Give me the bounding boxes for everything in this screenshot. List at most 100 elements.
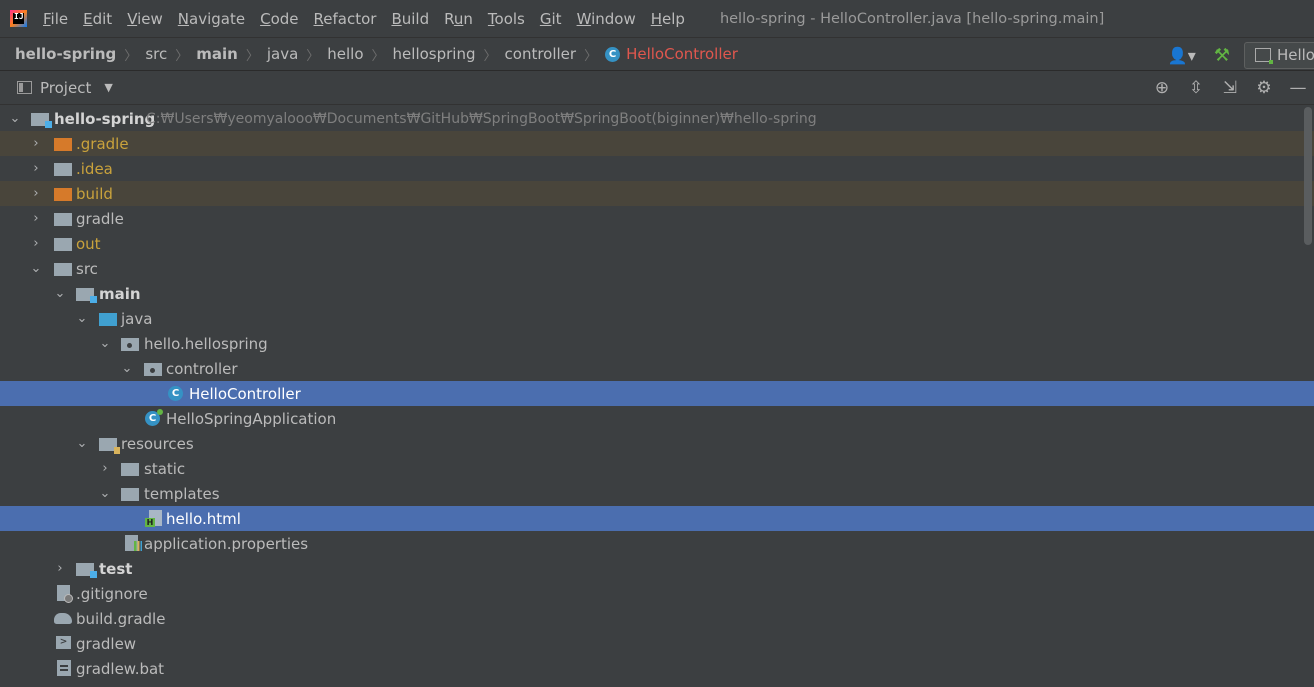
tree-item[interactable]: › out	[0, 231, 1314, 256]
chevron-right-icon[interactable]: ›	[29, 136, 43, 151]
properties-file-icon	[125, 535, 143, 551]
chevron-right-icon[interactable]: ›	[29, 211, 43, 226]
project-toolwindow-header: Project ▼ ⊕ ⇳ ⇲ ⚙ —	[0, 71, 1314, 105]
collapse-all-icon[interactable]: ⇲	[1220, 78, 1240, 98]
settings-icon[interactable]: ⚙	[1254, 78, 1274, 98]
tree-item[interactable]: C HelloSpringApplication	[0, 406, 1314, 431]
breadcrumb-project[interactable]: hello-spring	[15, 45, 116, 63]
user-icon[interactable]: 👤▾	[1168, 46, 1196, 65]
run-configuration-selector[interactable]: Hello	[1243, 41, 1314, 69]
folder-icon	[121, 461, 139, 477]
tree-item[interactable]: ⌄ java	[0, 306, 1314, 331]
folder-icon	[54, 161, 72, 177]
menu-view[interactable]: View	[127, 10, 163, 28]
tree-item[interactable]: ⌄ resources	[0, 431, 1314, 456]
resources-folder-icon	[99, 436, 120, 454]
menu-git[interactable]: Git	[540, 10, 562, 28]
module-folder-icon	[31, 111, 52, 128]
tree-item[interactable]: › static	[0, 456, 1314, 481]
breadcrumb-separator-icon: 〉	[245, 48, 259, 64]
chevron-down-icon[interactable]: ⌄	[98, 486, 112, 501]
chevron-down-icon[interactable]: ⌄	[8, 111, 22, 126]
project-view-title[interactable]: Project	[40, 79, 91, 97]
tree-item[interactable]: .gitignore	[0, 581, 1314, 606]
tree-item[interactable]: ⌄ src	[0, 256, 1314, 281]
java-class-icon: C	[605, 46, 621, 62]
html-file-icon	[145, 510, 167, 527]
folder-icon	[54, 261, 72, 277]
build-hammer-icon[interactable]: ⚒	[1214, 45, 1230, 66]
module-folder-icon	[76, 286, 97, 303]
run-config-label: Hello	[1276, 46, 1314, 64]
breadcrumb-hello[interactable]: hello	[327, 45, 363, 63]
tree-item[interactable]: ⌄ templates	[0, 481, 1314, 506]
project-view-icon	[17, 81, 32, 94]
breadcrumb-current-file[interactable]: HelloController	[626, 45, 738, 63]
chevron-down-icon[interactable]: ⌄	[98, 336, 112, 351]
chevron-down-icon[interactable]: ⌄	[120, 361, 134, 376]
chevron-down-icon[interactable]: ▼	[104, 81, 112, 94]
chevron-right-icon[interactable]: ›	[98, 461, 112, 476]
chevron-down-icon[interactable]: ⌄	[75, 311, 89, 326]
breadcrumb-separator-icon: 〉	[371, 48, 385, 64]
tree-item[interactable]: > gradlew	[0, 631, 1314, 656]
batch-file-icon	[57, 660, 75, 676]
menu-run[interactable]: Run	[444, 10, 473, 28]
tree-item-selected[interactable]: C HelloController	[0, 381, 1314, 406]
tree-item[interactable]: gradlew.bat	[0, 656, 1314, 681]
breadcrumb-main[interactable]: main	[196, 45, 238, 63]
chevron-down-icon[interactable]: ⌄	[75, 436, 89, 451]
tree-item[interactable]: build.gradle	[0, 606, 1314, 631]
menu-navigate[interactable]: Navigate	[178, 10, 245, 28]
tree-item-root[interactable]: ⌄ hello-spring C:₩Users₩yeomyalooo₩Docum…	[0, 106, 1314, 131]
breadcrumb-separator-icon: 〉	[124, 48, 138, 64]
locate-icon[interactable]: ⊕	[1152, 78, 1172, 98]
module-folder-icon	[76, 561, 97, 578]
tree-item[interactable]: › gradle	[0, 206, 1314, 231]
project-tree[interactable]: ⌄ hello-spring C:₩Users₩yeomyalooo₩Docum…	[0, 105, 1314, 687]
tree-item[interactable]: ⌄ controller	[0, 356, 1314, 381]
intellij-logo-icon: IJ	[10, 10, 27, 27]
source-folder-icon	[99, 311, 117, 327]
menu-tools[interactable]: Tools	[488, 10, 525, 28]
chevron-down-icon[interactable]: ⌄	[53, 286, 67, 301]
menu-file[interactable]: File	[43, 10, 68, 28]
breadcrumb-separator-icon: 〉	[584, 48, 598, 64]
menu-refactor[interactable]: Refactor	[314, 10, 377, 28]
breadcrumb-hellospring[interactable]: hellospring	[393, 45, 476, 63]
menu-window[interactable]: Window	[577, 10, 636, 28]
tree-item[interactable]: application.properties	[0, 531, 1314, 556]
tree-item[interactable]: › .idea	[0, 156, 1314, 181]
spring-application-icon: C	[145, 409, 163, 427]
chevron-right-icon[interactable]: ›	[29, 161, 43, 176]
tree-item[interactable]: ⌄ hello.hellospring	[0, 331, 1314, 356]
menu-edit[interactable]: Edit	[83, 10, 112, 28]
breadcrumb-separator-icon: 〉	[175, 48, 189, 64]
package-icon	[144, 361, 162, 377]
tree-item-selected[interactable]: hello.html	[0, 506, 1314, 531]
menu-code[interactable]: Code	[260, 10, 298, 28]
chevron-right-icon[interactable]: ›	[29, 236, 43, 251]
excluded-folder-icon	[54, 186, 72, 202]
tree-scrollbar[interactable]	[1304, 107, 1312, 245]
expand-all-icon[interactable]: ⇳	[1186, 78, 1206, 98]
java-class-icon: C	[168, 386, 186, 402]
breadcrumb-java[interactable]: java	[267, 45, 298, 63]
window-title: hello-spring - HelloController.java [hel…	[719, 10, 1105, 27]
hide-icon[interactable]: —	[1288, 78, 1308, 98]
tree-item[interactable]: › .gradle	[0, 131, 1314, 156]
gitignore-file-icon	[57, 585, 75, 603]
tree-item[interactable]: › test	[0, 556, 1314, 581]
chevron-right-icon[interactable]: ›	[29, 186, 43, 201]
menu-help[interactable]: Help	[651, 10, 685, 28]
chevron-right-icon[interactable]: ›	[53, 561, 67, 576]
tree-item[interactable]: › build	[0, 181, 1314, 206]
menu-bar: IJ File Edit View Navigate Code Refactor…	[0, 0, 1314, 37]
breadcrumb-controller[interactable]: controller	[505, 45, 577, 63]
folder-icon	[121, 486, 139, 502]
package-icon	[121, 336, 139, 352]
breadcrumb-src[interactable]: src	[145, 45, 167, 63]
tree-item[interactable]: ⌄ main	[0, 281, 1314, 306]
chevron-down-icon[interactable]: ⌄	[29, 261, 43, 276]
menu-build[interactable]: Build	[391, 10, 429, 28]
